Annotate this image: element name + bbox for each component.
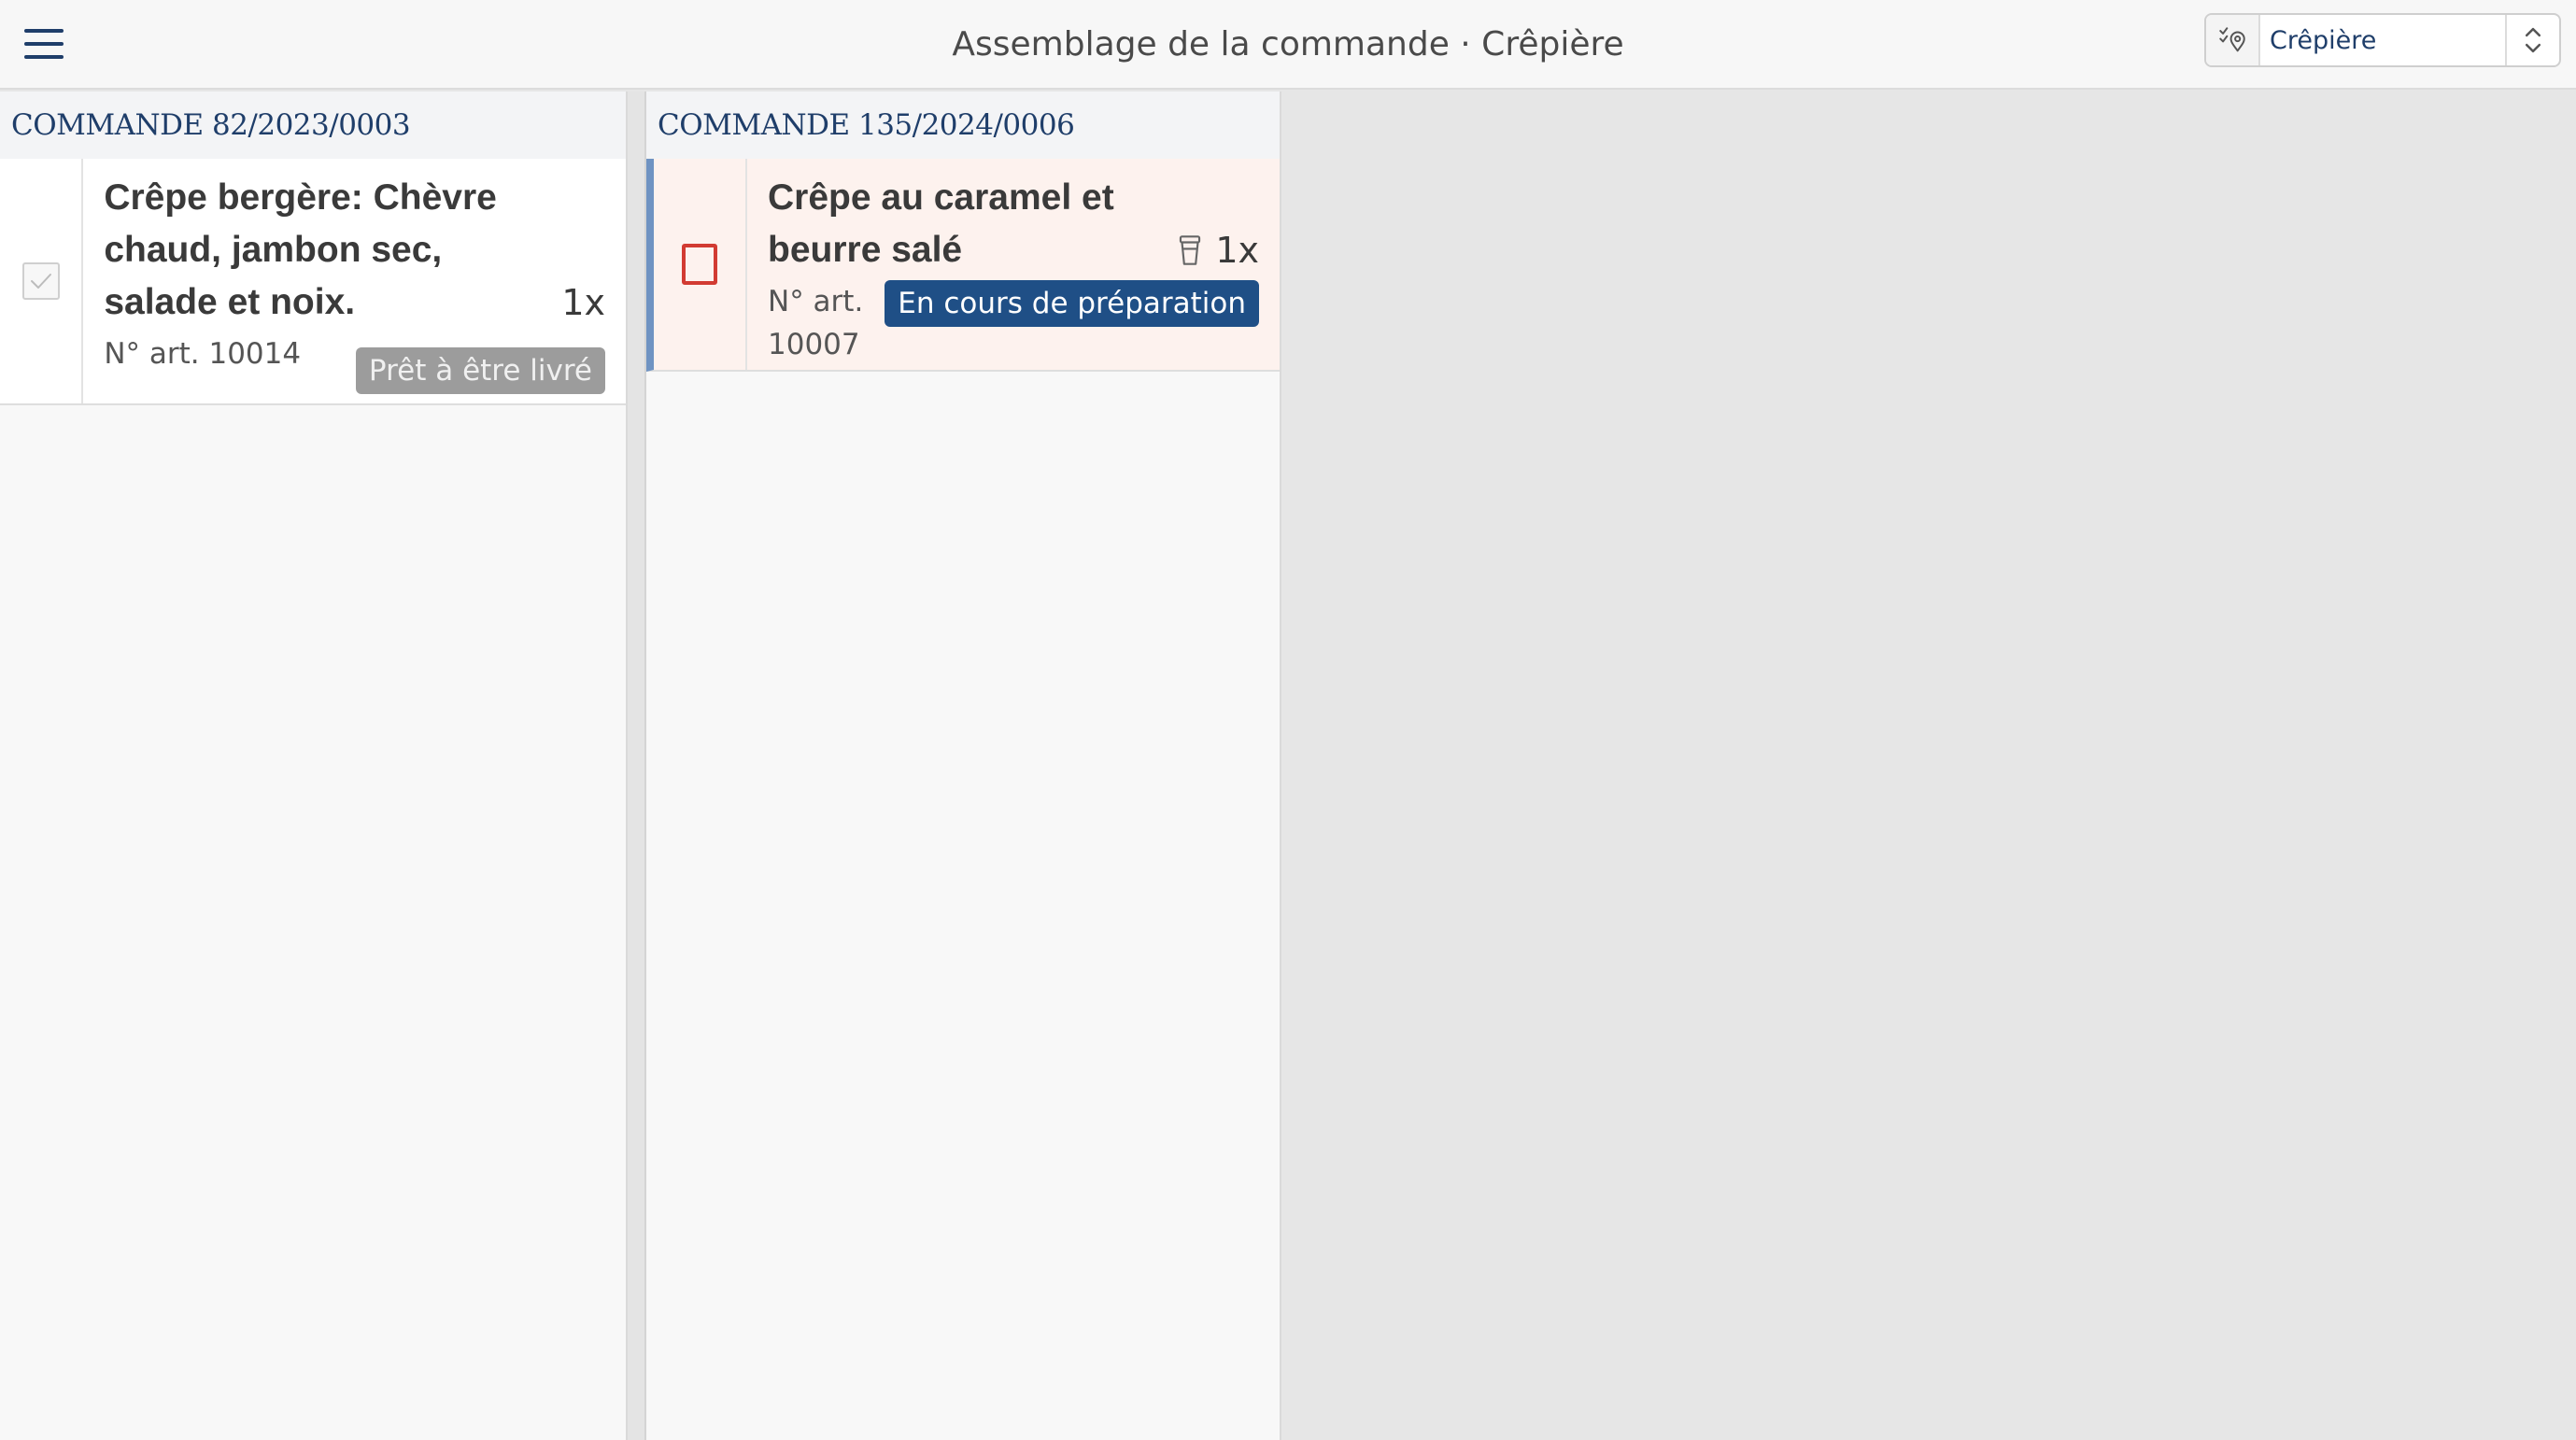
check-icon xyxy=(30,274,51,289)
column-splitter[interactable] xyxy=(628,92,646,1440)
item-check-cell xyxy=(0,159,84,403)
chevron-up-down-icon xyxy=(2505,15,2559,65)
item-quantity-value: 1x xyxy=(1215,230,1259,271)
item-name: Crêpe au caramel et beurre salé xyxy=(768,177,1114,270)
item-check-cell xyxy=(654,159,747,370)
item-checkbox-unchecked[interactable] xyxy=(682,244,717,285)
item-quantity: 1x xyxy=(1178,224,1259,276)
item-article-number: N° art. 10014 xyxy=(104,337,302,371)
item-body: Crêpe bergère: Chèvre chaud, jambon sec,… xyxy=(83,159,626,403)
item-meta-row: N° art. 10014 Prêt à être livré xyxy=(104,332,605,394)
order-header: COMMANDE 82/2023/0003 xyxy=(0,92,626,159)
top-bar: Assemblage de la commande · Crêpière Crê… xyxy=(0,0,2576,90)
item-quantity-value: 1x xyxy=(561,282,605,323)
item-checkbox-checked[interactable] xyxy=(21,262,60,300)
order-item-card[interactable]: Crêpe bergère: Chèvre chaud, jambon sec,… xyxy=(0,159,626,405)
status-badge: En cours de préparation xyxy=(885,280,1259,327)
cup-icon xyxy=(1180,235,1201,265)
item-body: Crêpe au caramel et beurre salé 1x N° ar… xyxy=(747,159,1280,370)
order-column-2: COMMANDE 135/2024/0006 Crêpe au caramel … xyxy=(646,92,1281,1440)
item-name: Crêpe bergère: Chèvre chaud, jambon sec,… xyxy=(104,177,497,322)
item-meta-row: N° art. 10007 En cours de préparation xyxy=(768,280,1259,366)
item-title-row: Crêpe bergère: Chèvre chaud, jambon sec,… xyxy=(104,172,605,329)
item-title-row: Crêpe au caramel et beurre salé 1x xyxy=(768,172,1259,276)
order-column-1: COMMANDE 82/2023/0003 Crêpe bergère: Chè… xyxy=(0,92,628,1440)
item-quantity: 1x xyxy=(561,276,605,329)
page-title: Assemblage de la commande · Crêpière xyxy=(952,25,1624,64)
location-pin-icon xyxy=(2206,15,2260,65)
order-item-card[interactable]: Crêpe au caramel et beurre salé 1x N° ar… xyxy=(646,159,1280,372)
status-badge: Prêt à être livré xyxy=(355,347,605,394)
order-header: COMMANDE 135/2024/0006 xyxy=(646,92,1280,159)
location-select[interactable]: Crêpière xyxy=(2204,13,2561,67)
item-article-number: N° art. 10007 xyxy=(768,285,864,361)
location-value: Crêpière xyxy=(2270,25,2377,55)
